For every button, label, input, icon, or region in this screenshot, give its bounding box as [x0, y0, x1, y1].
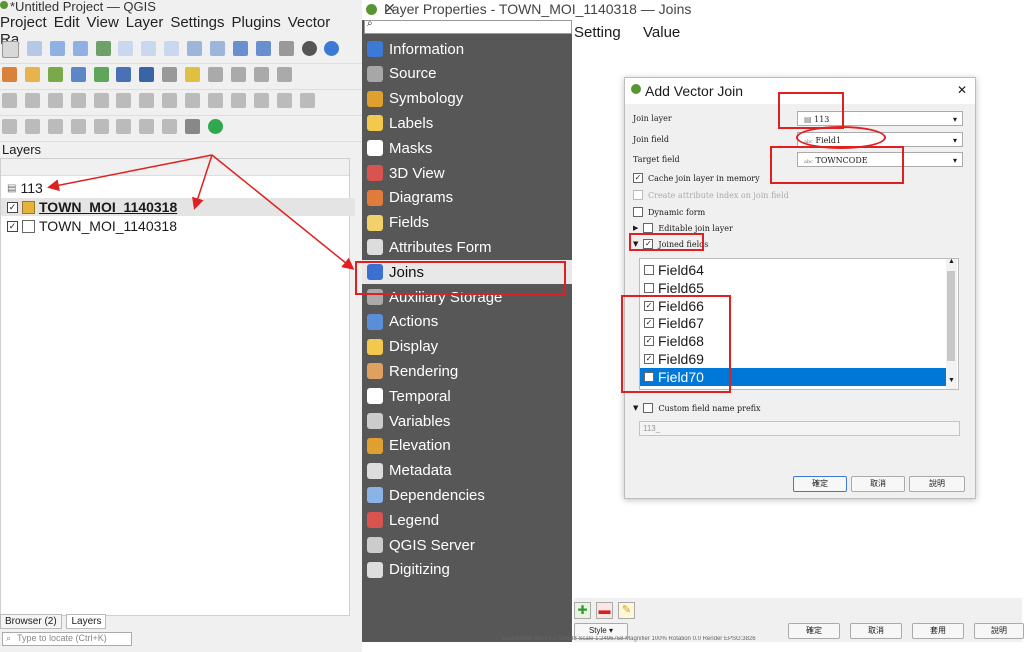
annotation-arrow	[47, 154, 213, 192]
annotation-arrows	[47, 154, 355, 270]
annotation-arrow	[211, 154, 355, 270]
annotation-arrow	[192, 154, 213, 210]
